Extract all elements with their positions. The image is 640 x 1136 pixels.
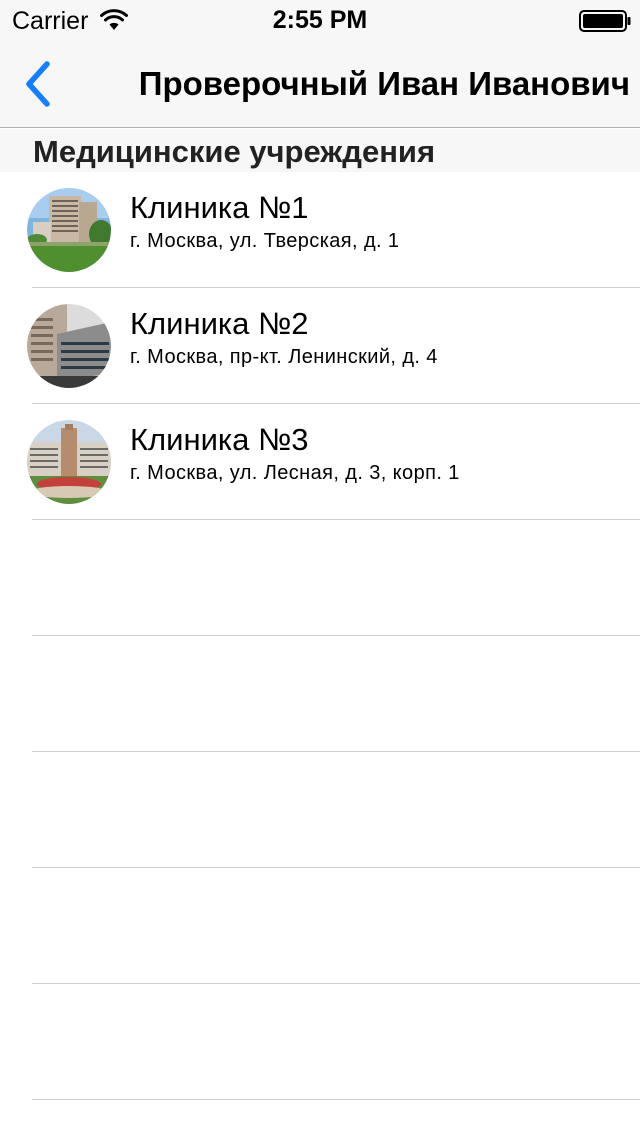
- row-separator: [32, 1099, 640, 1100]
- clinic-name: Клиника №2: [130, 306, 309, 341]
- screen: Carrier 2:55 PM Проверочный Иван Иванови…: [0, 0, 640, 1136]
- clinic-address: г. Москва, ул. Лесная, д. 3, корп. 1: [130, 462, 460, 484]
- page-title: Проверочный Иван Иванович: [138, 65, 630, 102]
- chevron-left-icon: [26, 61, 50, 107]
- empty-row: [0, 520, 640, 636]
- clinic-name: Клиника №1: [130, 190, 309, 225]
- section-header: Медицинские учреждения: [0, 129, 640, 172]
- status-bar: Carrier 2:55 PM: [0, 0, 640, 40]
- clinic-address: г. Москва, пр-кт. Ленинский, д. 4: [130, 346, 438, 368]
- empty-row: [0, 868, 640, 984]
- back-button[interactable]: [8, 54, 68, 114]
- clinic-row-2[interactable]: Клиника №2 г. Москва, пр-кт. Ленинский, …: [0, 288, 640, 404]
- clinic-row-1[interactable]: Клиника №1 г. Москва, ул. Тверская, д. 1: [0, 172, 640, 288]
- battery-icon: [579, 10, 631, 32]
- navigation-bar: Проверочный Иван Иванович: [0, 40, 640, 128]
- clinic-address: г. Москва, ул. Тверская, д. 1: [130, 230, 400, 252]
- top-bar: Carrier 2:55 PM Проверочный Иван Иванови…: [0, 0, 640, 128]
- status-time: 2:55 PM: [272, 6, 368, 34]
- clinic-name: Клиника №3: [130, 422, 309, 457]
- clinic-photo-3: [27, 420, 111, 504]
- empty-row: [0, 984, 640, 1100]
- empty-row: [0, 752, 640, 868]
- empty-row: [0, 636, 640, 752]
- clinic-photo-2: [27, 304, 111, 388]
- section-title: Медицинские учреждения: [33, 134, 436, 169]
- clinic-photo-1: [27, 188, 111, 272]
- clinic-row-3[interactable]: Клиника №3 г. Москва, ул. Лесная, д. 3, …: [0, 404, 640, 520]
